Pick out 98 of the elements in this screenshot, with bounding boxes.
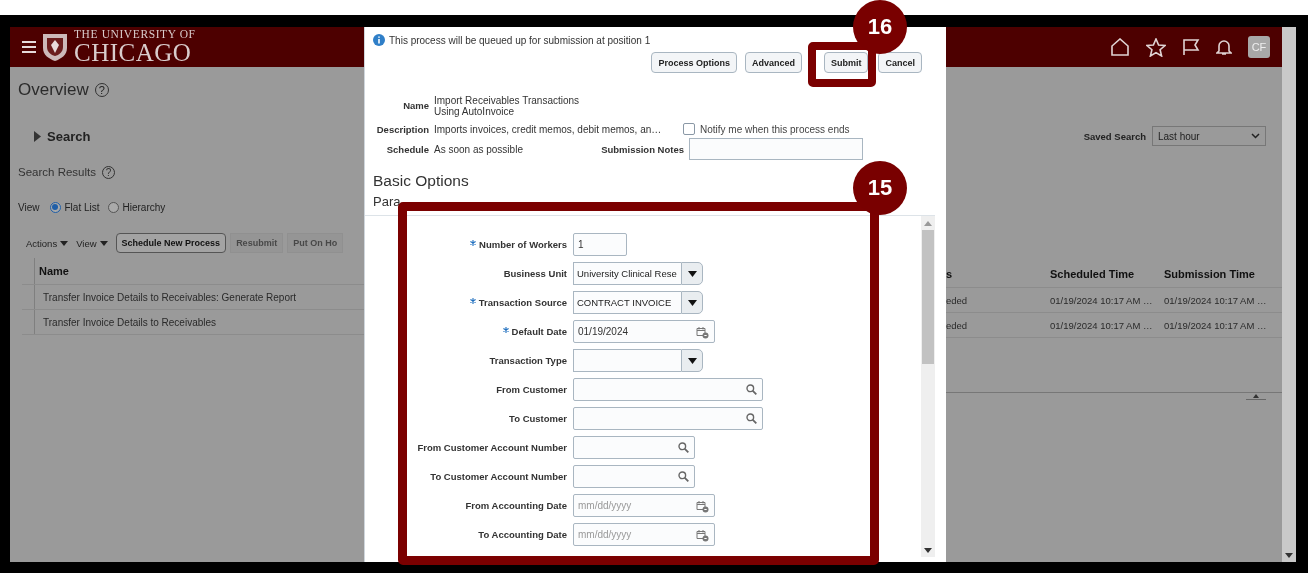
page-title: Overview bbox=[18, 79, 89, 100]
date-field[interactable]: mm/dd/yyyy bbox=[573, 523, 715, 546]
scrollbar[interactable] bbox=[921, 216, 935, 557]
table-cell-text: eded bbox=[946, 319, 969, 331]
radio-button[interactable] bbox=[49, 201, 61, 213]
step-badge: 16 bbox=[853, 0, 907, 54]
search-field[interactable] bbox=[573, 407, 763, 430]
bell-icon[interactable] bbox=[1216, 38, 1232, 56]
dropdown-field[interactable]: University Clinical Rese bbox=[573, 262, 681, 285]
dialog-button[interactable]: Advanced bbox=[744, 52, 802, 73]
table-cell-text: 01/19/2024 10:17 AM … bbox=[1164, 294, 1268, 306]
caret-icon bbox=[60, 240, 69, 246]
menu-button[interactable]: Actions bbox=[26, 237, 69, 249]
subsection-heading: Para bbox=[373, 194, 401, 211]
search-toggle[interactable]: Search bbox=[18, 112, 364, 160]
column-header: Submission Time bbox=[1164, 268, 1256, 280]
field-label: From Customer Account Number bbox=[417, 442, 567, 453]
section-title: Search bbox=[47, 128, 91, 144]
text-field[interactable]: 1 bbox=[573, 233, 627, 256]
column-header: Scheduled Time bbox=[1050, 268, 1136, 280]
view-option[interactable]: Flat List bbox=[49, 201, 100, 213]
field-label: Transaction Source bbox=[478, 297, 567, 308]
field-value: Imports invoices, credit memos, debit memos, an… bbox=[434, 123, 663, 135]
scroll-down-icon[interactable] bbox=[924, 548, 932, 553]
table-cell-text: eded bbox=[946, 294, 969, 306]
field-label: Number of Workers bbox=[479, 239, 567, 250]
table-cell-text: 01/19/2024 10:17 AM … bbox=[1050, 319, 1154, 331]
column-header: s bbox=[946, 268, 954, 280]
collapse-icon[interactable] bbox=[1246, 392, 1266, 400]
dropdown-field[interactable] bbox=[573, 349, 681, 372]
menu-icon[interactable] bbox=[22, 41, 36, 53]
search-icon[interactable] bbox=[678, 471, 689, 482]
scroll-down-icon[interactable] bbox=[1285, 553, 1293, 558]
home-icon[interactable] bbox=[1110, 38, 1130, 56]
search-field[interactable] bbox=[573, 436, 695, 459]
table-cell-text: 01/19/2024 10:17 AM … bbox=[1164, 319, 1268, 331]
notify-option[interactable]: Notify me when this process ends bbox=[683, 123, 850, 135]
view-option[interactable]: Hierarchy bbox=[107, 201, 166, 213]
chevron-icon bbox=[1251, 133, 1260, 139]
menu-button[interactable]: View bbox=[76, 237, 108, 249]
field-value: As soon as possible bbox=[434, 143, 524, 155]
logo-text: CHICAGO bbox=[74, 40, 193, 66]
shield-icon bbox=[42, 32, 68, 62]
star-icon[interactable] bbox=[1146, 37, 1166, 57]
field-label: Business Unit bbox=[503, 268, 567, 279]
field-label: To Accounting Date bbox=[478, 529, 567, 540]
scrollbar[interactable] bbox=[1282, 27, 1296, 562]
flag-icon[interactable] bbox=[1182, 38, 1200, 56]
notes-field[interactable] bbox=[689, 138, 863, 160]
calendar-icon[interactable] bbox=[696, 326, 709, 339]
field-label: Schedule bbox=[385, 143, 429, 155]
field-value: Import Receivables Transactions Using AutoInvoice bbox=[434, 95, 581, 117]
caret-icon bbox=[687, 270, 697, 277]
column-header: Name bbox=[38, 264, 69, 279]
field-label: Description bbox=[375, 123, 429, 135]
field-label: From Customer bbox=[496, 384, 567, 395]
field-label: Submission Notes bbox=[600, 143, 684, 155]
table-cell-text: Transfer Invoice Details to Receivables: Generate Report bbox=[42, 290, 297, 305]
search-icon[interactable] bbox=[746, 413, 757, 424]
section-title: Search Results bbox=[18, 166, 96, 178]
section-heading: Basic Options bbox=[373, 172, 469, 190]
search-field[interactable] bbox=[573, 465, 695, 488]
dialog-button[interactable]: Process Options bbox=[651, 52, 737, 73]
caret-icon bbox=[687, 299, 697, 306]
field-label: Name bbox=[402, 100, 429, 111]
expand-icon bbox=[34, 130, 41, 142]
dialog-button[interactable]: Cancel bbox=[878, 52, 922, 73]
table-cell-text: Transfer Invoice Details to Receivables bbox=[42, 315, 217, 330]
info-icon bbox=[373, 34, 385, 46]
view-label: View bbox=[18, 201, 40, 213]
search-icon[interactable] bbox=[746, 384, 757, 395]
logo-text: THE UNIVERSITY OF bbox=[74, 28, 196, 41]
scroll-up-icon[interactable] bbox=[924, 221, 932, 226]
field-label: To Customer bbox=[509, 413, 567, 424]
radio-button[interactable] bbox=[107, 201, 119, 213]
dropdown-button[interactable] bbox=[681, 349, 703, 372]
dropdown-field[interactable]: CONTRACT INVOICE bbox=[573, 291, 681, 314]
dropdown-button[interactable] bbox=[681, 291, 703, 314]
dialog-button[interactable]: Submit bbox=[824, 52, 869, 73]
field-label: Default Date bbox=[511, 326, 567, 337]
caret-icon bbox=[687, 357, 697, 364]
date-field[interactable]: mm/dd/yyyy bbox=[573, 494, 715, 517]
search-icon[interactable] bbox=[678, 442, 689, 453]
field-label: From Accounting Date bbox=[465, 500, 567, 511]
notice-text: This process will be queued up for submission at position 1 bbox=[389, 34, 651, 46]
calendar-icon[interactable] bbox=[696, 500, 709, 513]
caret-icon bbox=[99, 240, 108, 246]
checkbox[interactable] bbox=[683, 123, 695, 135]
field-label: To Customer Account Number bbox=[430, 471, 567, 482]
date-field[interactable]: 01/19/2024 bbox=[573, 320, 715, 343]
toolbar-button[interactable]: Schedule New Process bbox=[115, 233, 227, 253]
table-cell-text: 01/19/2024 10:17 AM … bbox=[1050, 294, 1154, 306]
saved-search-label: Saved Search bbox=[1083, 130, 1146, 142]
dropdown-button[interactable] bbox=[681, 262, 703, 285]
search-field[interactable] bbox=[573, 378, 763, 401]
calendar-icon[interactable] bbox=[696, 529, 709, 542]
saved-search-dropdown[interactable]: Last hour bbox=[1152, 126, 1266, 146]
field-label: Transaction Type bbox=[489, 355, 567, 366]
